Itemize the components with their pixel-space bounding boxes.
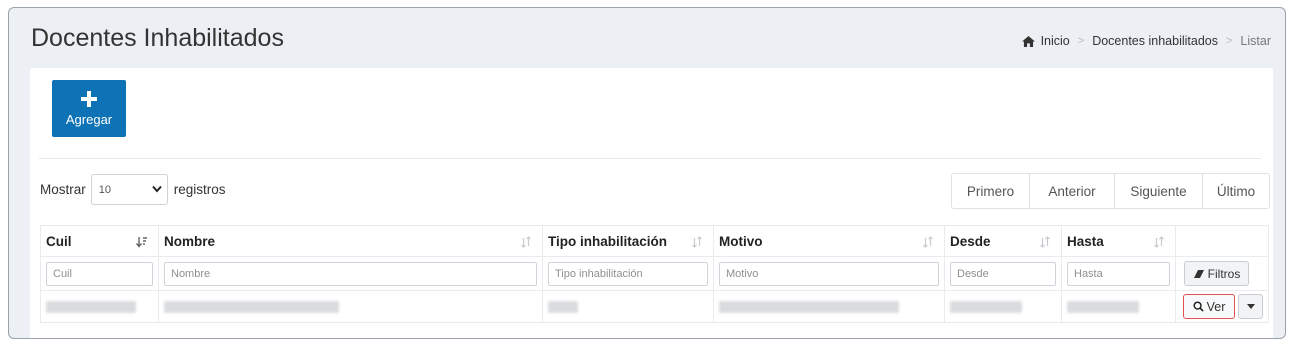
- page-title: Docentes Inhabilitados: [31, 23, 284, 52]
- redacted-motivo: [719, 300, 899, 313]
- sort-icon: [692, 236, 702, 248]
- table-row: Ver: [40, 290, 1269, 323]
- column-header-motivo[interactable]: Motivo: [713, 225, 945, 257]
- column-header-nombre[interactable]: Nombre: [158, 225, 543, 257]
- add-button[interactable]: Agregar: [52, 80, 126, 137]
- first-page-button[interactable]: Primero: [952, 174, 1029, 208]
- last-page-button[interactable]: Último: [1202, 174, 1269, 208]
- sort-icon: [923, 236, 933, 248]
- sort-icon: [521, 236, 531, 248]
- view-button[interactable]: Ver: [1183, 294, 1235, 319]
- content-card: Agregar Mostrar 10 registros Primero Ant…: [30, 68, 1273, 338]
- filters-button[interactable]: Filtros: [1184, 261, 1249, 286]
- breadcrumb: Inicio > Docentes inhabilitados > Listar: [1021, 34, 1271, 48]
- motivo-filter-input[interactable]: [719, 261, 939, 286]
- redacted-cuil: [46, 300, 136, 313]
- table-header-row: Cuil Nombre Tipo inhabilitación Motivo D…: [40, 225, 1269, 257]
- desde-filter-input[interactable]: [950, 261, 1056, 286]
- redacted-nombre: [164, 300, 339, 313]
- sort-icon: [1040, 236, 1050, 248]
- eraser-icon: [1193, 269, 1204, 278]
- breadcrumb-separator: >: [1077, 35, 1085, 47]
- filters-button-label: Filtros: [1207, 266, 1241, 281]
- row-actions: Ver: [1183, 294, 1263, 319]
- view-button-label: Ver: [1206, 299, 1226, 314]
- tipo-filter-input[interactable]: [548, 261, 708, 286]
- sort-ascending-icon: [136, 237, 147, 248]
- plus-icon: [81, 90, 97, 107]
- breadcrumb-section[interactable]: Docentes inhabilitados: [1092, 34, 1218, 48]
- browser-frame: Docentes Inhabilitados Inicio > Docentes…: [8, 7, 1286, 339]
- column-header-desde[interactable]: Desde: [944, 225, 1062, 257]
- search-icon: [1193, 301, 1204, 312]
- length-prefix: Mostrar: [40, 182, 86, 197]
- column-label: Desde: [950, 233, 991, 249]
- breadcrumb-current: Listar: [1240, 34, 1271, 48]
- nombre-filter-input[interactable]: [164, 261, 537, 286]
- column-header-tipo[interactable]: Tipo inhabilitación: [542, 225, 714, 257]
- records-per-page: Mostrar 10 registros: [40, 174, 226, 205]
- breadcrumb-home[interactable]: Inicio: [1041, 34, 1070, 48]
- previous-page-button[interactable]: Anterior: [1029, 174, 1114, 208]
- redacted-tipo: [548, 300, 578, 313]
- home-icon: [1021, 35, 1035, 47]
- column-header-cuil[interactable]: Cuil: [40, 225, 159, 257]
- column-label: Nombre: [164, 233, 216, 249]
- column-label: Cuil: [46, 233, 72, 249]
- pagination: Primero Anterior Siguiente Último: [951, 173, 1270, 209]
- sort-icon: [1154, 236, 1164, 248]
- redacted-desde: [950, 300, 1022, 313]
- breadcrumb-separator: >: [1225, 35, 1233, 47]
- column-label: Motivo: [719, 233, 763, 249]
- next-page-button[interactable]: Siguiente: [1114, 174, 1202, 208]
- records-per-page-select[interactable]: 10: [90, 174, 168, 205]
- column-header-actions: [1175, 225, 1269, 257]
- column-label: Hasta: [1067, 233, 1104, 249]
- redacted-hasta: [1067, 300, 1139, 313]
- column-header-hasta[interactable]: Hasta: [1061, 225, 1176, 257]
- length-suffix: registros: [173, 182, 226, 197]
- page-header: Docentes Inhabilitados Inicio > Docentes…: [9, 8, 1285, 68]
- row-actions-dropdown[interactable]: [1238, 294, 1263, 319]
- divider: [39, 158, 1261, 159]
- cuil-filter-input[interactable]: [46, 261, 153, 286]
- caret-down-icon: [1246, 304, 1255, 309]
- column-label: Tipo inhabilitación: [548, 233, 668, 249]
- data-table: Cuil Nombre Tipo inhabilitación Motivo D…: [40, 225, 1269, 323]
- add-button-label: Agregar: [65, 111, 113, 127]
- hasta-filter-input[interactable]: [1067, 261, 1170, 286]
- filter-row: Filtros: [40, 256, 1269, 291]
